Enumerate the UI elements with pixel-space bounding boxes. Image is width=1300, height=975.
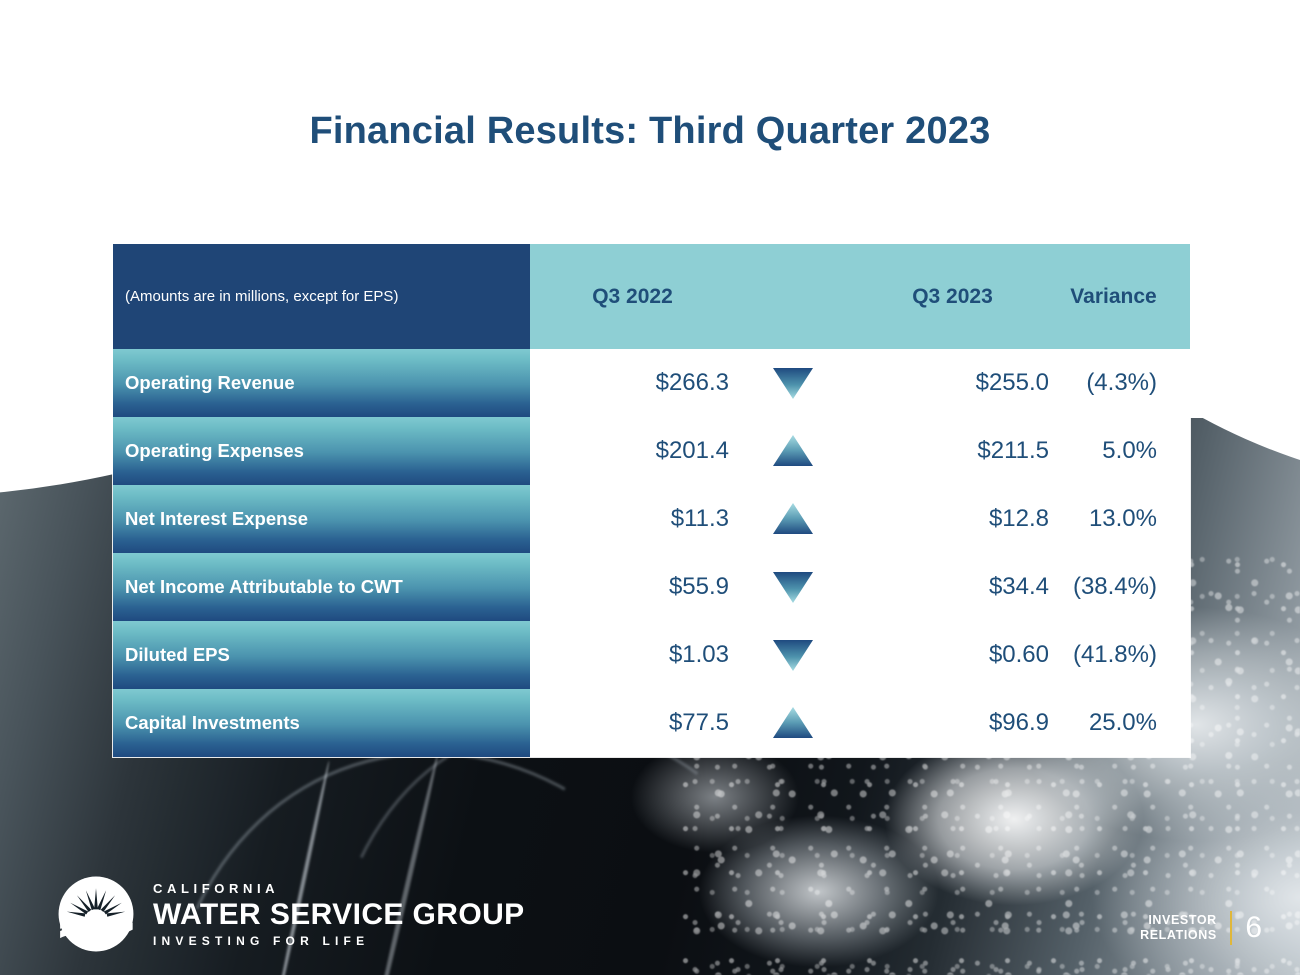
table-row: Operating Expenses $201.4 $211.5 5.0% [113,417,1190,485]
cell-variance: (41.8%) [1072,641,1157,668]
slide: Financial Results: Third Quarter 2023 (A… [0,0,1300,975]
trend-up-icon [735,706,850,740]
logo-line-california: CALIFORNIA [153,880,280,896]
cell-q3-2022: $11.3 [670,505,729,532]
row-values: $11.3 $12.8 13.0% [530,485,1190,553]
row-values: $201.4 $211.5 5.0% [530,417,1190,485]
row-values: $77.5 $96.9 25.0% [530,689,1190,757]
cell-q3-2023: $0.60 [988,641,1049,668]
logo-line-tagline: INVESTING FOR LIFE [153,933,370,948]
page-number: 6 [1245,911,1262,944]
table-row: Capital Investments $77.5 $96.9 25.0% [113,689,1190,757]
cell-variance: 13.0% [1088,505,1157,532]
row-label: Net Income Attributable to CWT [113,553,530,621]
table-row: Net Interest Expense $11.3 $12.8 13.0% [113,485,1190,553]
cell-q3-2022: $55.9 [668,573,729,600]
cell-q3-2023: $96.9 [988,709,1049,736]
cell-q3-2023: $12.8 [988,505,1049,532]
cell-q3-2022: $266.3 [655,369,729,396]
row-label: Operating Expenses [113,417,530,485]
row-label: Diluted EPS [113,621,530,689]
table-note-cell: (Amounts are in millions, except for EPS… [113,244,530,349]
cell-variance: 5.0% [1102,437,1157,464]
row-label: Capital Investments [113,689,530,757]
investor-line-2: RELATIONS [1140,928,1217,942]
investor-line-1: INVESTOR [1148,913,1217,928]
cell-q3-2022: $1.03 [668,641,729,668]
table-header-values: Q3 2022 Q3 2023 Variance [530,244,1190,349]
trend-down-icon [735,366,850,400]
footer-divider [1229,911,1233,945]
table-row: Operating Revenue $266.3 $255.0 (4.3%) [113,349,1190,417]
cell-q3-2022: $201.4 [655,437,729,464]
table-header-row: (Amounts are in millions, except for EPS… [113,244,1190,349]
logo-wordmark: CALIFORNIA WATER SERVICE GROUP INVESTING… [153,882,525,947]
trend-down-icon [735,638,850,672]
row-label: Operating Revenue [113,349,530,417]
cell-q3-2022: $77.5 [668,709,729,736]
table-row: Net Income Attributable to CWT $55.9 $34… [113,553,1190,621]
trend-up-icon [735,502,850,536]
column-header-q3-2023: Q3 2023 [912,284,993,308]
row-values: $1.03 $0.60 (41.8%) [530,621,1190,689]
row-values: $266.3 $255.0 (4.3%) [530,349,1190,417]
row-label: Net Interest Expense [113,485,530,553]
financial-results-table: (Amounts are in millions, except for EPS… [113,244,1190,757]
cell-variance: (4.3%) [1086,369,1157,396]
cell-q3-2023: $34.4 [988,573,1049,600]
amounts-note: (Amounts are in millions, except for EPS… [125,288,399,305]
page-title: Financial Results: Third Quarter 2023 [309,110,991,152]
cell-variance: (38.4%) [1072,573,1157,600]
trend-down-icon [735,570,850,604]
column-header-variance: Variance [1070,284,1157,308]
table-row: Diluted EPS $1.03 $0.60 (41.8%) [113,621,1190,689]
trend-up-icon [735,434,850,468]
investor-relations-label: INVESTOR RELATIONS [1140,913,1217,943]
sunburst-wave-icon [57,875,135,953]
company-logo: CALIFORNIA WATER SERVICE GROUP INVESTING… [57,875,525,953]
logo-line-company: WATER SERVICE GROUP [153,897,525,931]
cell-variance: 25.0% [1088,709,1157,736]
cell-q3-2023: $211.5 [977,437,1049,464]
column-header-q3-2022: Q3 2022 [592,284,673,308]
footer-right: INVESTOR RELATIONS 6 [1140,911,1262,945]
row-values: $55.9 $34.4 (38.4%) [530,553,1190,621]
cell-q3-2023: $255.0 [975,369,1049,396]
